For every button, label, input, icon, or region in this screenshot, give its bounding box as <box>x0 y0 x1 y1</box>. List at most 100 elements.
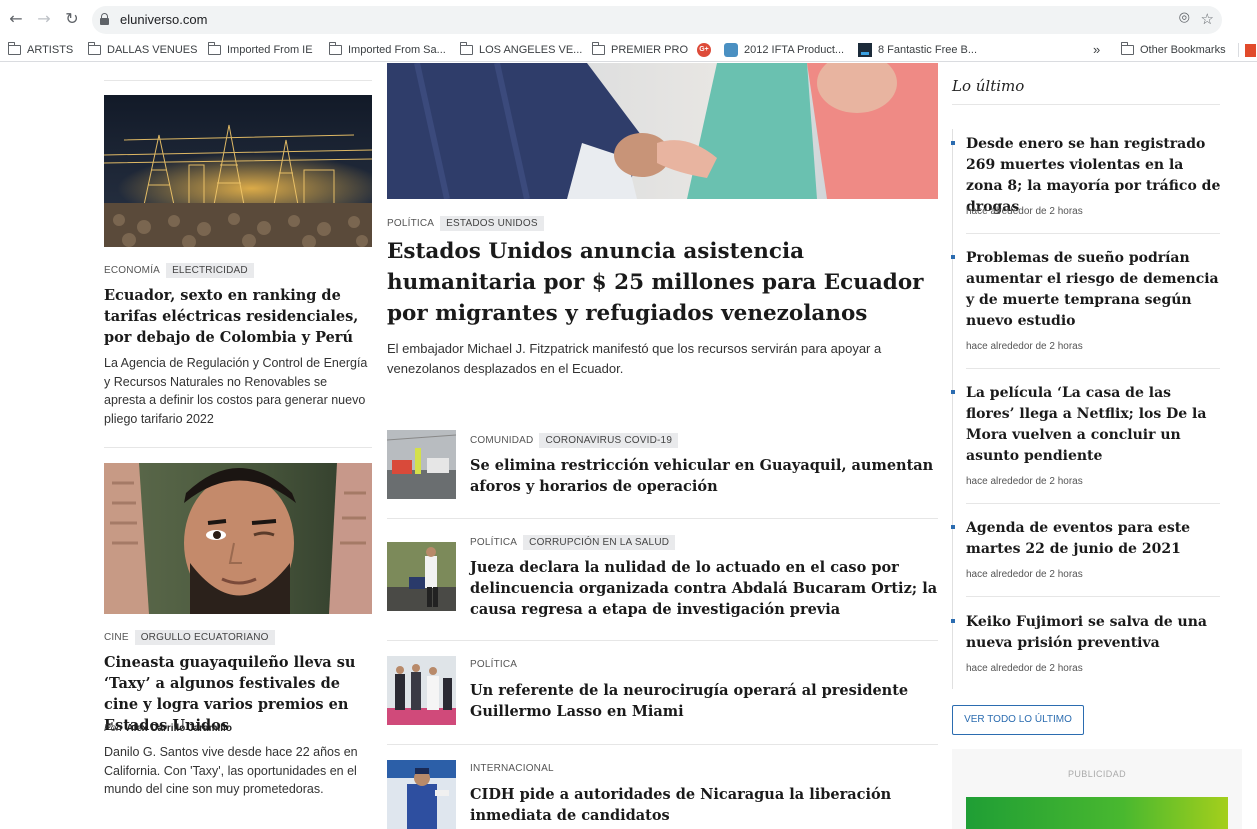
story-headline[interactable]: Se elimina restricción vehicular en Guay… <box>470 455 938 497</box>
story-meta: ECONOMÍA ELECTRICIDAD <box>104 263 254 278</box>
bookmark-star-icon[interactable]: ☆ <box>1201 10 1214 28</box>
power-plant-photo[interactable] <box>104 95 372 247</box>
traffic-photo[interactable] <box>387 430 456 499</box>
story-headline[interactable]: Ecuador, sexto en ranking de tarifas elé… <box>104 285 372 348</box>
bookmark-premier-pro[interactable]: PREMIER PRO <box>591 41 688 59</box>
timeline-dot <box>951 390 955 394</box>
story-meta: INTERNACIONAL <box>470 763 554 774</box>
timeline-dot <box>951 619 955 623</box>
main-story-summary: El embajador Michael J. Fitzpatrick mani… <box>387 341 882 376</box>
main-story-photo[interactable] <box>387 63 938 199</box>
president-photo[interactable] <box>387 656 456 725</box>
latest-item-time: hace alrededor de 2 horas <box>966 341 1083 352</box>
browser-toolbar: ← → ↻ eluniverso.com ◎ ☆ <box>0 0 1257 38</box>
reload-icon[interactable]: ↻ <box>62 9 82 29</box>
timeline-rule <box>952 129 953 689</box>
topic-tag[interactable]: ESTADOS UNIDOS <box>440 216 544 231</box>
lock-icon <box>100 13 109 25</box>
topic-tag[interactable]: CORRUPCIÓN EN LA SALUD <box>523 535 676 550</box>
back-arrow-icon[interactable]: ← <box>6 9 26 29</box>
bookmark-ifta[interactable]: 2012 IFTA Product... <box>724 41 844 59</box>
category-link[interactable]: POLÍTICA <box>470 659 517 670</box>
url-text[interactable]: eluniverso.com <box>120 12 207 27</box>
folder-icon <box>328 42 342 55</box>
divider <box>104 447 372 448</box>
courthouse-photo[interactable] <box>387 542 456 611</box>
category-link[interactable]: ECONOMÍA <box>104 265 160 276</box>
bookmark-artists[interactable]: ARTISTS <box>7 41 73 59</box>
category-link[interactable]: CINE <box>104 632 129 643</box>
story-headline[interactable]: CIDH pide a autoridades de Nicaragua la … <box>470 784 938 826</box>
bookmark-fantastic-free[interactable]: 8 Fantastic Free B... <box>858 41 977 59</box>
category-link[interactable]: POLÍTICA <box>470 537 517 548</box>
byline: Por: Alex Carrillo Jaramillo <box>104 723 232 734</box>
divider <box>966 503 1220 504</box>
category-link[interactable]: INTERNACIONAL <box>470 763 554 774</box>
timeline-dot <box>951 255 955 259</box>
folder-icon <box>7 42 21 55</box>
story-summary: Danilo G. Santos vive desde hace 22 años… <box>104 745 358 796</box>
divider <box>966 368 1220 369</box>
latest-item-headline[interactable]: La película ‘La casa de las flores’ lleg… <box>966 383 1222 467</box>
story-headline[interactable]: Un referente de la neurocirugía operará … <box>470 680 938 722</box>
story-meta: POLÍTICA <box>470 659 517 670</box>
latest-item-time: hace alrededor de 2 horas <box>966 569 1083 580</box>
category-link[interactable]: COMUNIDAD <box>470 435 533 446</box>
timeline-dot <box>951 141 955 145</box>
topic-tag[interactable]: ELECTRICIDAD <box>166 263 254 278</box>
page-content: ECONOMÍA ELECTRICIDAD Ecuador, sexto en … <box>0 63 1257 829</box>
divider <box>966 233 1220 234</box>
story-meta: POLÍTICA CORRUPCIÓN EN LA SALUD <box>470 535 676 550</box>
reading-list-icon[interactable] <box>1245 41 1256 59</box>
category-link[interactable]: POLÍTICA <box>387 218 434 229</box>
latest-item-headline[interactable]: Agenda de eventos para este martes 22 de… <box>966 518 1222 560</box>
latest-item-time: hace alrededor de 2 horas <box>966 476 1083 487</box>
ad-label: PUBLICIDAD <box>1067 769 1126 779</box>
divider <box>387 518 938 519</box>
divider <box>952 104 1220 105</box>
bookmark-other-bookmarks[interactable]: Other Bookmarks <box>1120 41 1226 59</box>
story-meta: COMUNIDAD CORONAVIRUS COVID-19 <box>470 433 679 448</box>
sidebar-title: Lo último <box>952 77 1025 95</box>
byline-prefix: Por: <box>104 723 123 734</box>
bookmarks-bar: ARTISTS DALLAS VENUES Imported From IE I… <box>0 38 1257 62</box>
tracking-eye-icon[interactable]: ◎ <box>1179 10 1190 25</box>
folder-icon <box>87 42 101 55</box>
bookmarks-divider <box>1238 43 1239 57</box>
divider <box>387 744 938 745</box>
bookmark-imported-sa[interactable]: Imported From Sa... <box>328 41 446 59</box>
story-headline[interactable]: Jueza declara la nulidad de lo actuado e… <box>470 557 938 620</box>
folder-icon <box>459 42 473 55</box>
topic-tag[interactable]: CORONAVIRUS COVID-19 <box>539 433 679 448</box>
latest-item-headline[interactable]: Problemas de sueño podrían aumentar el r… <box>966 248 1222 332</box>
timeline-dot <box>951 525 955 529</box>
filmmaker-portrait-photo[interactable] <box>104 463 372 614</box>
story-summary: La Agencia de Regulación y Control de En… <box>104 356 368 426</box>
bookmark-imported-ie[interactable]: Imported From IE <box>207 41 313 59</box>
bookmark-gplus[interactable]: G+ <box>697 41 717 59</box>
folder-icon <box>591 42 605 55</box>
ad-creative[interactable] <box>966 797 1228 829</box>
topic-tag[interactable]: ORGULLO ECUATORIANO <box>134 630 275 645</box>
latest-item-headline[interactable]: Keiko Fujimori se salva de una nueva pri… <box>966 612 1222 654</box>
forward-arrow-icon[interactable]: → <box>34 9 54 29</box>
main-story-headline[interactable]: Estados Unidos anuncia asistencia humani… <box>387 236 938 329</box>
bookmarks-overflow-chevron-icon[interactable]: » <box>1093 41 1100 59</box>
view-all-latest-button[interactable]: VER TODO LO ÚLTIMO <box>952 705 1084 735</box>
folder-icon <box>207 42 221 55</box>
google-plus-icon: G+ <box>697 43 711 57</box>
folder-icon <box>1120 42 1134 55</box>
bookmark-dallas-venues[interactable]: DALLAS VENUES <box>87 41 197 59</box>
bookmark-los-angeles[interactable]: LOS ANGELES VE... <box>459 41 582 59</box>
divider <box>104 80 372 81</box>
byline-author[interactable]: Alex Carrillo Jaramillo <box>126 723 232 734</box>
address-bar[interactable]: eluniverso.com ◎ ☆ <box>92 6 1222 34</box>
divider <box>966 596 1220 597</box>
site-favicon-icon <box>858 43 872 57</box>
latest-item-time: hace alrededor de 2 horas <box>966 206 1083 217</box>
latest-item-time: hace alrededor de 2 horas <box>966 663 1083 674</box>
divider <box>387 640 938 641</box>
nicaragua-photo[interactable] <box>387 760 456 829</box>
site-favicon-icon <box>724 43 738 57</box>
story-meta: CINE ORGULLO ECUATORIANO <box>104 630 275 645</box>
